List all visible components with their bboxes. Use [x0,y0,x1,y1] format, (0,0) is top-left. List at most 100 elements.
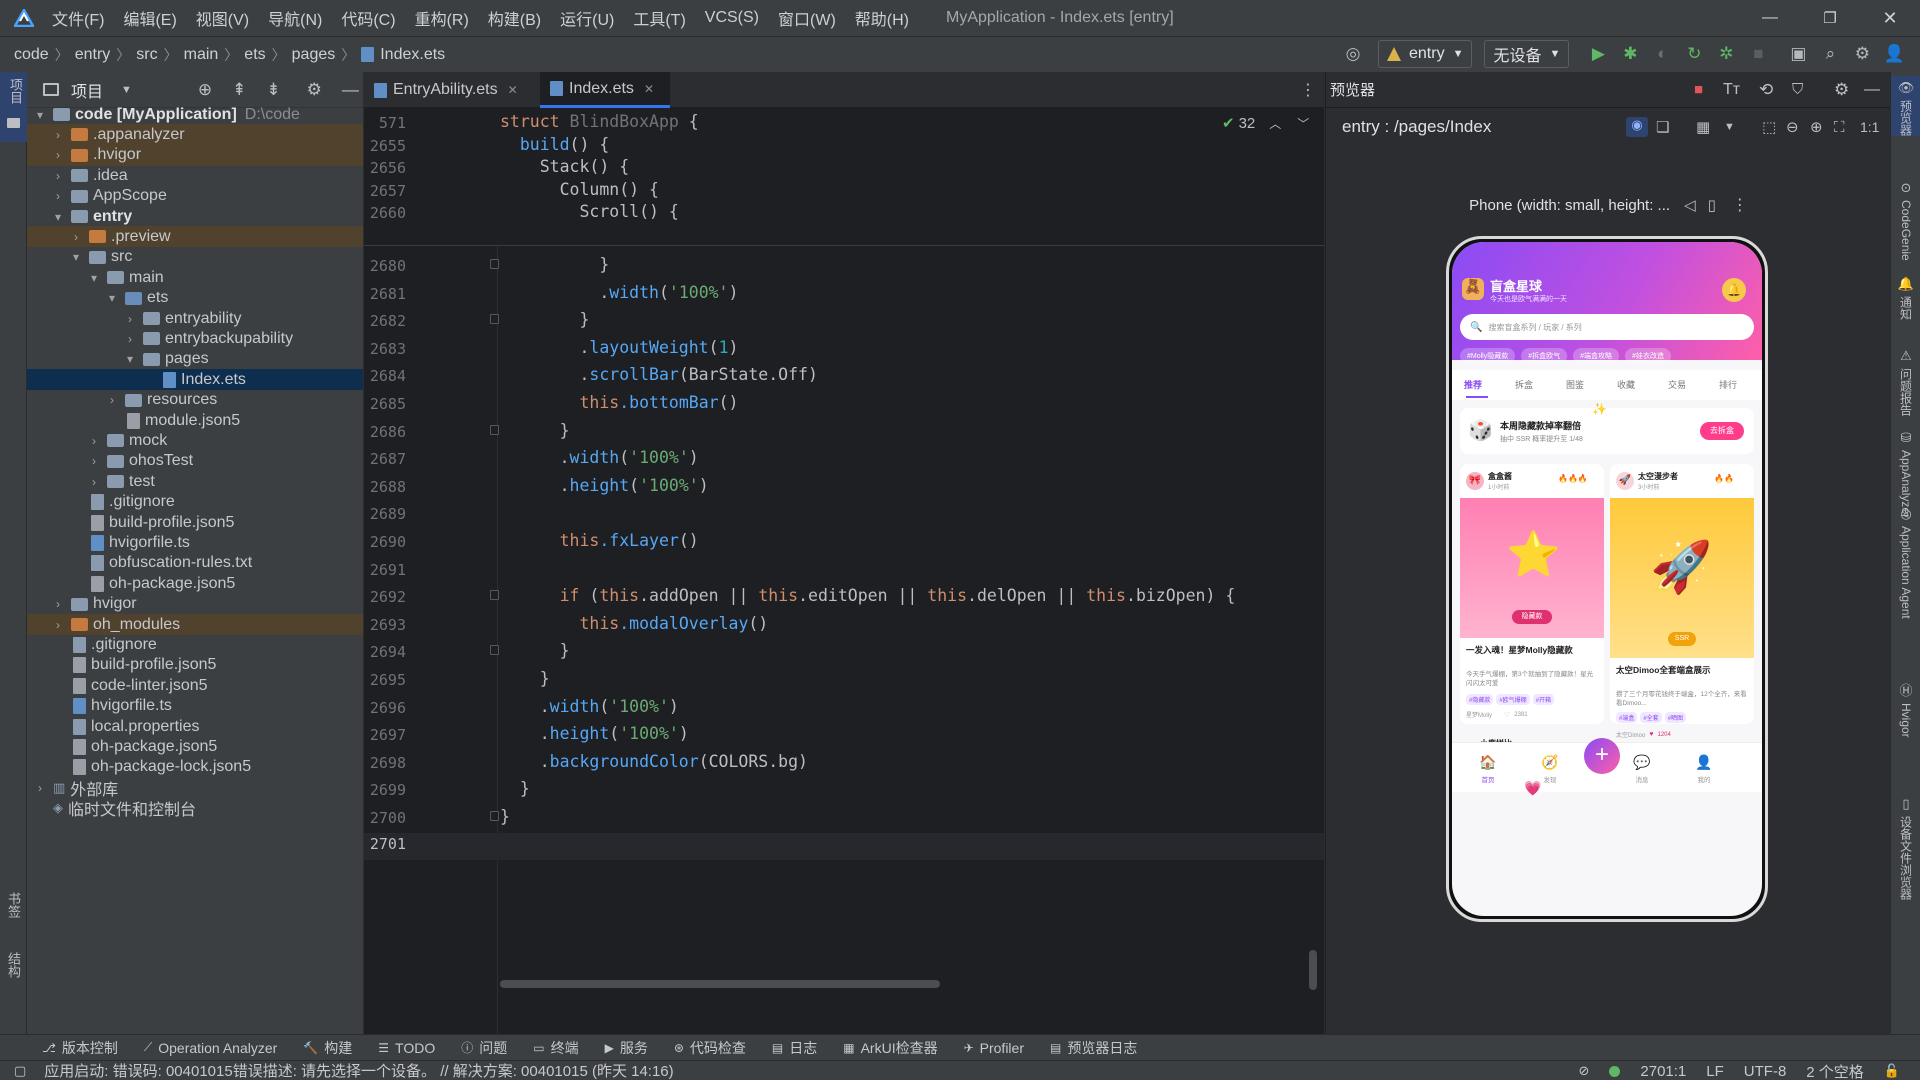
expand-arrow-icon[interactable]: › [105,393,119,407]
feed-card-1[interactable]: 🎀 盒盒酱 1小时前 🔥🔥🔥 ⭐ 隐藏款 一发入魂！星梦Molly隐藏款 今天手… [1460,464,1604,724]
gear-icon[interactable]: ⚙ [1834,80,1849,100]
chevron-down-icon[interactable]: ▼ [1724,121,1735,133]
app-search-bar[interactable]: 🔍 搜索盲盒系列 / 玩家 / 系列 [1460,314,1754,340]
tree-row[interactable]: ◈ 临时文件和控制台 [27,798,363,819]
tag-chip[interactable]: #隐藏款 [1466,694,1494,705]
tag-chip[interactable]: #开箱 [1532,694,1555,705]
close-icon[interactable]: ✕ [644,82,654,96]
cursor-position[interactable]: 2701:1 [1640,1063,1686,1080]
file-encoding[interactable]: UTF-8 [1744,1063,1787,1080]
breadcrumb-entry[interactable]: entry [75,46,111,64]
tab-entryability[interactable]: EntryAbility.ets ✕ [364,72,534,108]
tag-chip[interactable]: #全套 [1640,712,1662,723]
device-selector[interactable]: 无设备 ▼ [1484,40,1570,68]
tree-row[interactable]: ▾ entry [27,206,363,227]
project-tool-button[interactable]: 项目 [0,72,27,142]
breadcrumb-index[interactable]: Index.ets [380,46,445,64]
tree-row[interactable]: › .preview [27,226,363,248]
inspection-widget[interactable]: ✔ 32 ︿ ﹀ [1222,114,1309,133]
heart-icon[interactable]: ♥ [1649,731,1653,738]
tree-row[interactable]: hvigorfile.ts [27,532,363,553]
tree-row[interactable]: › entryability [27,308,363,329]
tree-row[interactable]: Index.ets [27,369,363,391]
chevron-down-icon[interactable]: ﹀ [1297,115,1309,132]
tree-row[interactable]: › ▥ 外部库 [27,777,363,799]
tool-window-button[interactable]: 🔨 构建 [303,1038,352,1058]
tree-row[interactable]: .gitignore [27,634,363,655]
close-window-button[interactable]: ✕ [1860,8,1920,29]
app-nav-label[interactable]: 消息 [1622,774,1662,784]
lock-icon[interactable]: 🔓 [1884,1063,1900,1079]
menu-item[interactable]: VCS(S) [705,9,759,27]
fold-marker-icon[interactable] [490,590,499,601]
right-tool-button[interactable]: Ⓗ Hvigor [1891,676,1920,738]
collapse-all-icon[interactable]: ⇟ [266,80,280,100]
app-nav-icon[interactable]: 🧭 [1530,754,1570,771]
fold-marker-icon[interactable] [490,314,499,325]
ratio-icon[interactable]: 1:1 [1860,119,1879,135]
add-post-button[interactable]: + [1584,738,1620,774]
tag-chip[interactable]: #晒图 [1664,712,1687,723]
fold-marker-icon[interactable] [490,259,499,269]
tool-window-button[interactable]: ⟋ Operation Analyzer [144,1040,277,1056]
tool-window-button[interactable]: ⓘ 问题 [461,1038,507,1058]
tree-row[interactable]: › entrybackupability [27,328,363,349]
tree-row[interactable]: › .hvigor [27,144,363,166]
right-tool-button[interactable]: 👁 预览器 [1891,76,1920,136]
tool-window-button[interactable]: ▤ 日志 [772,1038,817,1058]
menu-item[interactable]: 视图(V) [196,6,249,30]
minimize-button[interactable]: — [1740,9,1800,27]
tool-window-button[interactable]: ▦ ArkUI检查器 [843,1038,937,1058]
tree-row[interactable]: ▾ src [27,247,363,268]
right-tool-button[interactable]: ◎ Application Agent [1891,502,1920,619]
bell-icon[interactable]: 🔔 [1722,278,1746,302]
breadcrumb-pages[interactable]: pages [292,46,336,64]
app-tab[interactable]: 排行 [1719,378,1762,391]
expand-arrow-icon[interactable]: › [51,189,65,203]
expand-arrow-icon[interactable]: › [51,597,65,611]
tree-row[interactable]: ▾ code [MyApplication] D:\code [27,104,363,125]
menu-item[interactable]: 重构(R) [415,6,469,30]
more-options-icon[interactable]: ⋮ [1732,195,1748,215]
menu-item[interactable]: 工具(T) [633,6,685,30]
tree-row[interactable]: ▾ pages [27,349,363,370]
tree-row[interactable]: oh-package.json5 [27,573,363,594]
heart-icon[interactable]: ♡ [1504,711,1510,719]
menu-item[interactable]: 运行(U) [560,6,614,30]
banner-button[interactable]: 去拆盒 [1700,422,1744,440]
app-tab[interactable]: 图鉴 [1566,378,1617,391]
app-nav-icon[interactable]: 👤 [1684,754,1724,771]
expand-arrow-icon[interactable]: ▾ [69,250,83,264]
expand-arrow-icon[interactable]: ▾ [123,352,137,366]
hashtag-chip[interactable]: #端盒攻略 [1573,348,1620,364]
breadcrumb-code[interactable]: code [14,46,49,64]
app-nav-label[interactable]: 首页 [1468,774,1508,784]
app-tab[interactable]: 拆盒 [1515,378,1566,391]
indent-setting[interactable]: 2 个空格 [1806,1061,1864,1080]
target-icon[interactable]: ◎ [1340,41,1366,67]
tree-row[interactable]: module.json5 [27,410,363,431]
menu-item[interactable]: 代码(C) [341,6,395,30]
rerun-icon[interactable]: ↻ [1681,41,1707,67]
tree-row[interactable]: local.properties [27,716,363,737]
breadcrumb-src[interactable]: src [136,46,157,64]
eye-icon[interactable]: ◉ [1626,117,1648,137]
rotate-left-icon[interactable]: ◁ [1684,196,1696,214]
stop-icon[interactable]: ■ [1745,41,1771,67]
expand-all-icon[interactable]: ⇞ [232,80,246,100]
debug-icon[interactable]: ✱ [1617,41,1643,67]
layers-icon[interactable]: ❏ [1656,118,1669,136]
tree-row[interactable]: › test [27,471,363,492]
tag-chip[interactable]: #端盒 [1616,712,1638,723]
tree-row[interactable]: code-linter.json5 [27,675,363,696]
right-tool-button[interactable]: ⊙ CodeGenie [1891,176,1920,261]
tree-row[interactable]: oh-package-lock.json5 [27,757,363,778]
tool-window-button[interactable]: ⎇ 版本控制 [42,1038,118,1058]
device-manager-icon[interactable]: ▣ [1785,41,1811,67]
status-toggle-icon[interactable]: ▢ [14,1063,26,1079]
tree-row[interactable]: › AppScope [27,186,363,207]
menu-item[interactable]: 帮助(H) [855,6,909,30]
tree-row[interactable]: › resources [27,390,363,411]
account-icon[interactable]: 👤 [1881,41,1907,67]
close-icon[interactable]: ✕ [508,83,518,97]
